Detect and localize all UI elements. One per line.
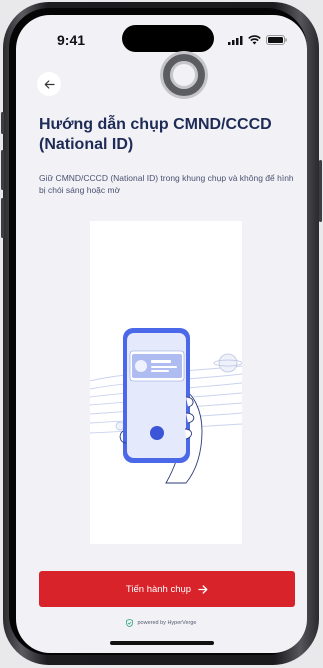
illustration-panel: [89, 221, 243, 544]
power-button: [319, 160, 322, 222]
arrow-left-icon: [44, 79, 55, 89]
powered-by-text: powered by HyperVerge: [137, 620, 197, 626]
device-stage: 9:41 Hướng dẫn chụp CMND/CCCD (National …: [0, 0, 323, 668]
page-title: Hướng dẫn chụp CMND/CCCD (National ID): [39, 116, 272, 153]
back-button[interactable]: [37, 72, 61, 96]
home-indicator[interactable]: [110, 641, 214, 645]
dynamic-island: [122, 25, 214, 52]
status-time: 9:41: [57, 32, 86, 48]
start-capture-label: Tiến hành chụp: [125, 583, 192, 595]
status-icons: [228, 35, 287, 45]
arrow-right-icon: [198, 584, 208, 594]
volume-up-button: [1, 150, 4, 190]
shield-check-icon: [126, 619, 134, 627]
start-capture-button[interactable]: Tiến hành chụp: [39, 571, 295, 607]
phone-scanning-id-card-illustration: [89, 328, 243, 484]
page-instructions: Giữ CMND/CCCD (National ID) trong khung …: [39, 173, 294, 195]
mute-switch: [1, 112, 4, 134]
app-screen: 9:41 Hướng dẫn chụp CMND/CCCD (National …: [16, 15, 307, 653]
powered-by-footer: powered by HyperVerge: [16, 619, 307, 627]
wifi-icon: [248, 35, 261, 45]
loading-spinner-icon: [163, 54, 205, 96]
volume-down-button: [1, 198, 4, 238]
cellular-signal-icon: [228, 35, 243, 45]
battery-icon: [266, 35, 287, 45]
